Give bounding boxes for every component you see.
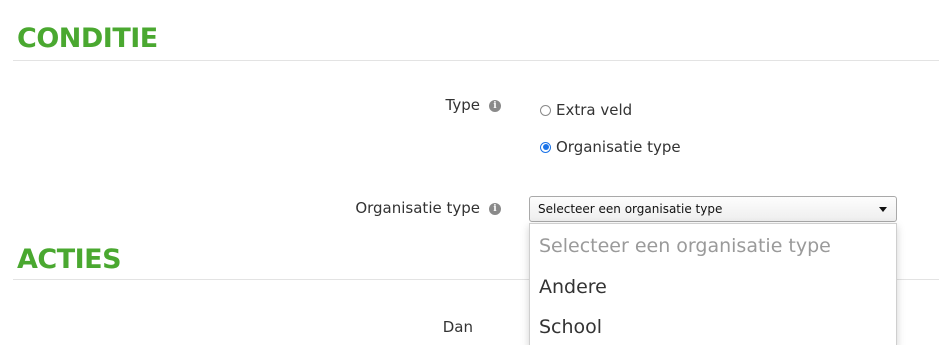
section-divider [13, 60, 939, 61]
radio-label: Organisatie type [556, 138, 681, 156]
org-type-dropdown-list[interactable]: Selecteer een organisatie type Andere Sc… [529, 223, 897, 345]
org-type-select[interactable]: Selecteer een organisatie type [529, 196, 897, 222]
org-type-label: Organisatie type [355, 199, 480, 217]
chevron-down-icon[interactable] [879, 207, 887, 212]
page: CONDITIE Type i Extra veld Organisatie t… [0, 0, 939, 345]
then-label-group: Dan [443, 320, 473, 335]
section-title-condition: CONDITIE [17, 23, 158, 54]
then-label: Dan [442, 318, 473, 336]
org-type-label-group: Organisatie type i [355, 201, 501, 216]
section-title-actions: ACTIES [17, 244, 122, 275]
info-icon[interactable]: i [489, 202, 501, 215]
info-icon[interactable]: i [489, 99, 501, 112]
radio-label: Extra veld [556, 101, 633, 119]
type-label-group: Type i [446, 98, 501, 113]
radio-button-selected[interactable] [540, 141, 551, 153]
dropdown-option-andere[interactable]: Andere [539, 276, 607, 298]
dropdown-option-school[interactable]: School [539, 316, 602, 338]
radio-extra-veld[interactable]: Extra veld [540, 101, 632, 119]
type-label: Type [445, 96, 480, 114]
radio-button[interactable] [540, 104, 551, 116]
select-value: Selecteer een organisatie type [538, 202, 723, 216]
radio-organisatie-type[interactable]: Organisatie type [540, 138, 681, 156]
dropdown-option-placeholder[interactable]: Selecteer een organisatie type [539, 235, 831, 257]
